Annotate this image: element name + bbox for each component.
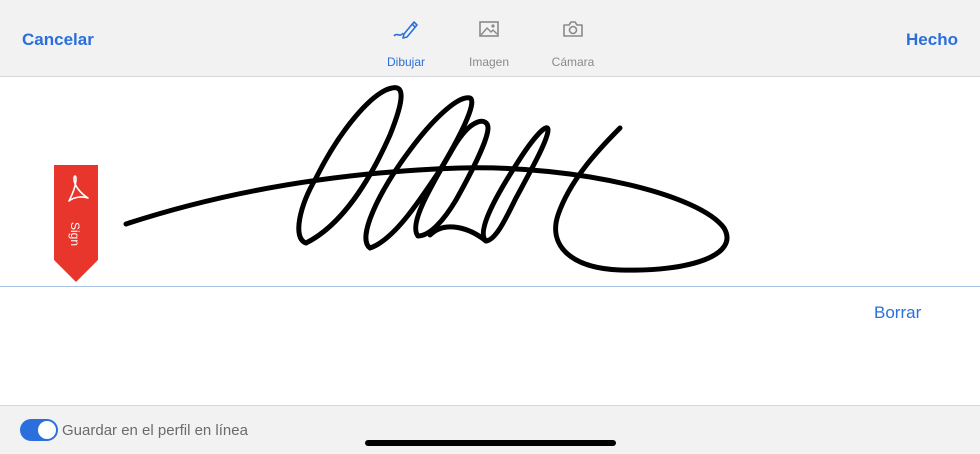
tab-camera[interactable]: Cámara: [533, 18, 613, 69]
tab-camera-label: Cámara: [551, 55, 595, 69]
clear-button[interactable]: Borrar: [874, 303, 921, 323]
home-indicator: [365, 440, 616, 446]
tab-image[interactable]: Imagen: [449, 18, 529, 69]
image-icon: [479, 21, 499, 37]
tab-draw-label: Dibujar: [386, 55, 425, 69]
footer-bar: Guardar en el perfil en línea: [0, 405, 980, 454]
done-button[interactable]: Hecho: [906, 30, 958, 50]
pen-draw-icon: [393, 21, 418, 39]
tab-image-label: Imagen: [468, 55, 510, 69]
sign-badge: Sign: [54, 165, 98, 282]
signature-canvas[interactable]: [0, 77, 980, 405]
cancel-button[interactable]: Cancelar: [22, 30, 94, 50]
toggle-knob: [38, 421, 56, 439]
tab-draw[interactable]: Dibujar: [366, 18, 446, 69]
save-profile-label: Guardar en el perfil en línea: [62, 422, 248, 439]
camera-icon: [563, 21, 583, 37]
top-toolbar: Cancelar Dibujar Imagen Cámara Hecho: [0, 0, 980, 77]
save-profile-toggle[interactable]: [20, 419, 58, 441]
signature-baseline: [0, 286, 980, 287]
sign-badge-label: Sign: [68, 222, 82, 246]
